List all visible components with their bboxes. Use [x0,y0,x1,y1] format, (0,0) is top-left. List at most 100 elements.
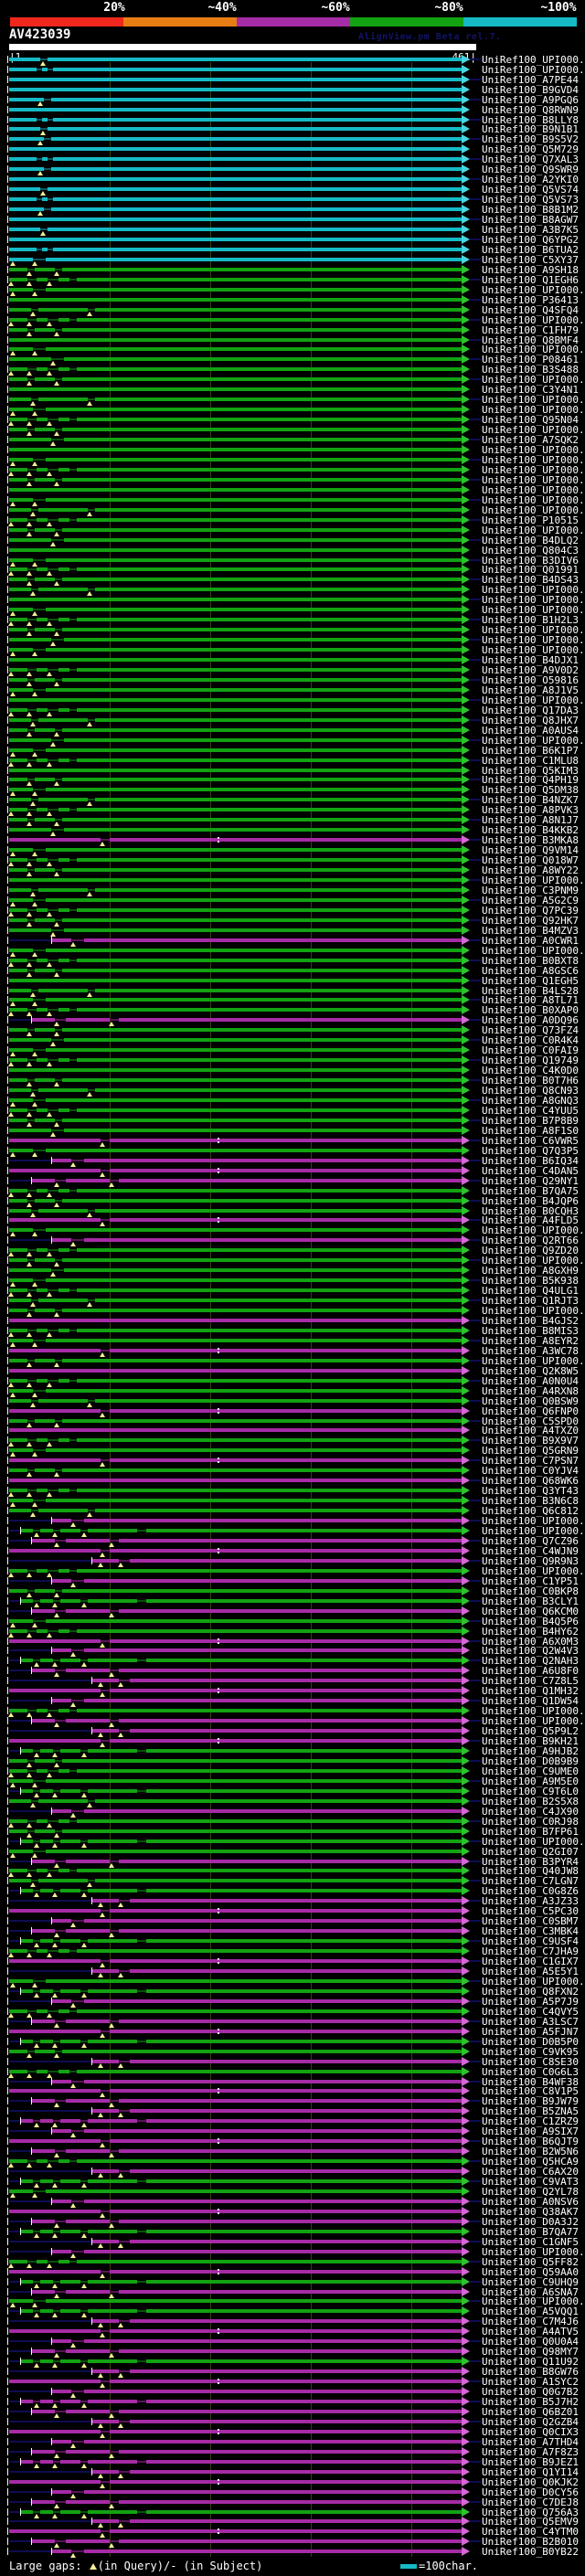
alignment-gap[interactable] [53,1600,60,1602]
hit-bar[interactable] [32,2220,55,2223]
alignment-gap[interactable] [31,398,38,400]
alignment-gap[interactable] [40,58,48,60]
segment-tick[interactable] [7,1797,8,1805]
hit-bar[interactable] [48,187,462,191]
hit-bar[interactable] [66,2539,110,2543]
hit-bar[interactable] [62,1309,462,1312]
subject-overhang-line[interactable] [470,2041,481,2042]
hit-bar[interactable] [130,2169,462,2173]
alignment-gap[interactable] [48,1289,58,1291]
alignment-gap[interactable] [101,2481,110,2483]
segment-tick[interactable] [7,345,8,353]
hit-bar[interactable] [40,2230,53,2233]
alignment-gap[interactable] [69,1770,77,1772]
arrowhead-icon[interactable] [462,2327,470,2336]
hit-bar[interactable] [110,2139,462,2143]
hit-bar[interactable] [146,1529,462,1532]
alignment-gap[interactable] [110,1930,119,1932]
hit-bar[interactable] [52,2490,71,2494]
hit-bar[interactable] [46,1619,462,1623]
alignment-gap[interactable] [69,619,77,620]
hit-bar[interactable] [66,2410,110,2413]
hit-bar[interactable] [9,488,462,492]
segment-tick[interactable] [7,56,8,63]
alignment-gap[interactable] [69,1570,77,1572]
alignment-gap[interactable] [71,1160,84,1161]
alignment-gap[interactable] [110,2221,119,2222]
arrowhead-icon[interactable] [462,2147,470,2156]
alignment-gap[interactable] [80,2120,88,2122]
hit-bar[interactable] [88,1939,137,1943]
alignment-gap[interactable] [88,1880,95,1882]
arrowhead-icon[interactable] [462,2227,470,2236]
alignment-gap[interactable] [71,1239,84,1241]
subject-overhang-line[interactable] [9,2390,51,2392]
arrowhead-icon[interactable] [462,2017,470,2026]
hit-bar[interactable] [58,858,69,862]
hit-bar[interactable] [58,567,69,571]
arrowhead-icon[interactable] [462,2247,470,2256]
alignment-gap[interactable] [33,1390,46,1392]
hit-bar[interactable] [119,2500,462,2504]
segment-tick[interactable] [7,1877,8,1884]
hit-bar[interactable] [46,608,462,611]
hit-bar[interactable] [9,428,27,431]
arrowhead-icon[interactable] [462,325,470,334]
alignment-gap[interactable] [27,1770,37,1772]
subject-overhang-line[interactable] [9,1019,31,1021]
alignment-gap[interactable] [48,419,58,420]
hit-bar[interactable] [84,2250,462,2253]
arrowhead-icon[interactable] [462,926,470,935]
hit-bar[interactable] [46,498,462,502]
arrowhead-icon[interactable] [462,1015,470,1024]
arrowhead-icon[interactable] [462,2217,470,2226]
alignment-gap[interactable] [71,2550,84,2552]
segment-tick[interactable] [7,2038,8,2045]
hit-bar[interactable] [38,1088,88,1092]
alignment-gap[interactable] [31,309,38,311]
alignment-gap[interactable] [88,1400,95,1402]
arrowhead-icon[interactable] [462,1516,470,1525]
alignment-gap[interactable] [27,959,37,961]
alignment-gap[interactable] [33,1840,40,1842]
hit-bar[interactable] [9,2139,101,2143]
subject-overhang-line[interactable] [9,1900,91,1902]
alignment-gap[interactable] [48,368,58,370]
alignment-gap[interactable] [27,1079,35,1081]
alignment-gap[interactable] [69,1109,77,1111]
hit-bar[interactable] [9,868,27,872]
segment-tick[interactable] [7,586,8,593]
alignment-gap[interactable] [55,2350,66,2352]
hit-bar[interactable] [88,2309,137,2313]
hit-bar[interactable] [46,949,462,952]
arrowhead-icon[interactable] [462,635,470,644]
alignment-gap[interactable] [27,2010,37,2012]
arrowhead-icon[interactable] [462,1666,470,1675]
arrowhead-icon[interactable] [462,1556,470,1565]
subject-overhang-line[interactable] [470,1279,481,1281]
alignment-gap[interactable] [110,2540,119,2542]
hit-bar[interactable] [38,398,88,401]
alignment-gap[interactable] [27,1760,35,1762]
alignment-gap[interactable] [27,1570,37,1572]
identity-key-segment[interactable] [10,17,123,27]
subject-overhang-line[interactable] [9,2491,51,2493]
hit-bar[interactable] [9,1829,27,1833]
hit-bar[interactable] [110,1218,462,1222]
subject-overhang-line[interactable] [9,1970,91,1972]
arrowhead-icon[interactable] [462,2427,470,2436]
hit-bar[interactable] [46,788,462,791]
arrowhead-icon[interactable] [462,835,470,844]
hit-bar[interactable] [35,1118,55,1122]
subject-overhang-line[interactable] [9,1649,51,1651]
segment-tick[interactable] [7,476,8,483]
segment-tick[interactable] [7,767,8,774]
alignment-gap[interactable] [27,1950,37,1952]
segment-tick[interactable] [7,1117,8,1124]
hit-bar[interactable] [130,1559,462,1563]
arrowhead-icon[interactable] [462,716,470,725]
alignment-gap[interactable] [33,1990,40,1992]
subject-overhang-line[interactable] [470,1059,481,1061]
hit-bar[interactable] [95,718,462,722]
hit-bar[interactable] [46,648,462,652]
